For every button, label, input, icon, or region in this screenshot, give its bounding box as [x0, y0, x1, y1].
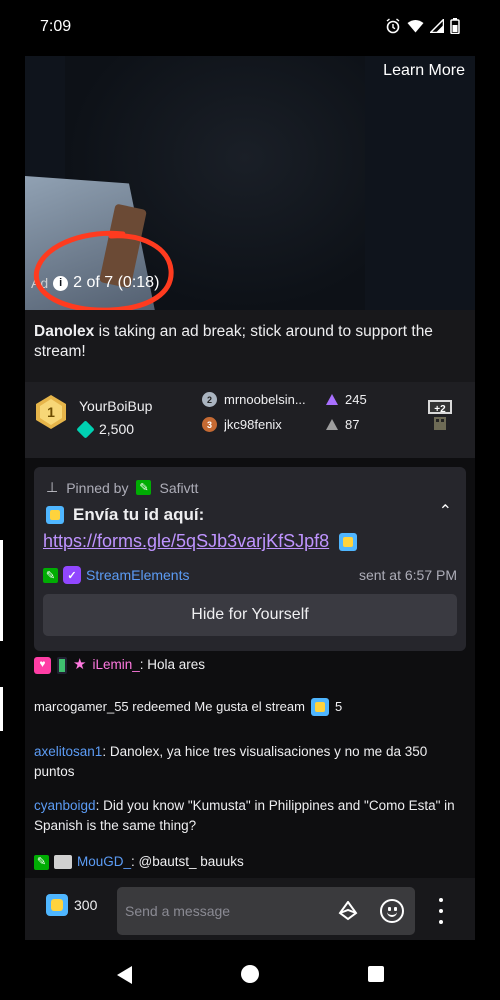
- redemption-text: marcogamer_55 redeemed Me gusta el strea…: [34, 699, 305, 714]
- hide-for-yourself-button[interactable]: Hide for Yourself: [43, 594, 457, 636]
- pinned-message: ⊥ Pinned by ✎ Safivtt Envía tu id aquí: …: [34, 467, 466, 651]
- chat-username[interactable]: MouGD_: [77, 854, 131, 869]
- leaderboard-row-second[interactable]: 2 mrnoobelsin... 245: [202, 392, 367, 407]
- leaderboard-row-third[interactable]: 3 jkc98fenix 87: [202, 417, 359, 432]
- bits-icon[interactable]: [338, 901, 358, 921]
- emote-icon: [46, 506, 64, 524]
- recents-icon[interactable]: [368, 966, 384, 982]
- chat-message[interactable]: ♥ ★ iLemin_: Hola ares: [34, 655, 464, 675]
- pinned-header: ⊥ Pinned by ✎ Safivtt: [46, 479, 198, 496]
- gem-icon: [76, 419, 95, 439]
- pinned-meta: ✎ StreamElements sent at 6:57 PM: [43, 566, 457, 584]
- pinned-by-user[interactable]: Safivtt: [159, 480, 198, 496]
- channel-points-value: 300: [74, 897, 98, 913]
- pinned-title-text: Envía tu id aquí:: [73, 505, 205, 524]
- phone-badge-icon: [57, 656, 67, 674]
- back-icon[interactable]: [117, 966, 132, 984]
- channel-points-icon: [46, 894, 68, 916]
- chat-message[interactable]: cyanboigd: Did you know "Kumusta" in Phi…: [34, 796, 464, 836]
- chat-redemption: marcogamer_55 redeemed Me gusta el strea…: [34, 697, 464, 717]
- leaderboard-second-name: mrnoobelsin...: [224, 392, 306, 407]
- chat-username[interactable]: axelitosan1: [34, 744, 102, 759]
- battery-icon: [450, 18, 460, 34]
- leaderboard-second-amount: 245: [345, 392, 367, 407]
- signal-icon: [430, 19, 444, 33]
- chevron-up-icon[interactable]: ⌃: [439, 501, 452, 521]
- more-options-icon[interactable]: [438, 898, 444, 924]
- leaderboard-first-amount: 2,500: [99, 421, 135, 437]
- rank-first-number: 1: [47, 404, 55, 420]
- leaderboard-third-amount: 87: [345, 417, 360, 432]
- emote-picker-icon[interactable]: [380, 899, 404, 923]
- chat-input-bar: 300: [25, 878, 475, 938]
- pinned-title: Envía tu id aquí:: [46, 505, 204, 525]
- redemption-cost: 5: [334, 699, 343, 714]
- chat-text: : Hola ares: [139, 657, 206, 672]
- message-input[interactable]: [117, 887, 415, 935]
- verified-bot-icon: [63, 566, 81, 584]
- pinned-link[interactable]: https://forms.gle/5qSJb3varjKfSJpf8: [43, 531, 329, 552]
- scroll-indicator: [0, 540, 3, 641]
- moderator-icon: ✎: [34, 854, 49, 870]
- chat-username[interactable]: cyanboigd: [34, 798, 96, 813]
- moderator-icon: ✎: [136, 480, 152, 495]
- pinned-author[interactable]: StreamElements: [86, 567, 189, 583]
- rank-third-badge: 3: [202, 417, 217, 432]
- status-bar: 7:09: [0, 0, 500, 56]
- chat-text: : Did you know "Kumusta" in Philippines …: [34, 798, 455, 833]
- moderator-icon: ✎: [43, 567, 58, 583]
- system-nav-bar: [0, 940, 500, 1000]
- emote-icon: [339, 532, 358, 551]
- bits-icon: [326, 419, 338, 430]
- bits-icon: [326, 394, 338, 405]
- leaderboard-first-value: 2,500: [76, 419, 135, 439]
- annotation-circle: [33, 230, 174, 310]
- status-time: 7:09: [40, 18, 72, 35]
- heart-badge-icon: ♥: [34, 656, 51, 674]
- money-badge-icon: [54, 855, 72, 869]
- rank-second-badge: 2: [202, 392, 217, 407]
- star-badge-icon: ★: [73, 656, 87, 673]
- ad-break-text: is taking an ad break; stick around to s…: [34, 323, 433, 360]
- pinned-prefix: Pinned by: [66, 479, 129, 496]
- rank-first-badge: 1: [36, 395, 66, 429]
- twitch-app: Learn More Ad i 2 of 7 (0:18) Danolex is…: [25, 56, 475, 1000]
- wifi-icon: [407, 20, 424, 33]
- learn-more-link[interactable]: Learn More: [383, 62, 465, 80]
- chat-message[interactable]: ✎ MouGD_: @bautst_ bauuks: [34, 852, 464, 872]
- leaderboard-first-name[interactable]: YourBoiBup: [79, 398, 152, 414]
- chat-message[interactable]: axelitosan1: Danolex, ya hice tres visua…: [34, 742, 464, 782]
- status-icons: [385, 18, 460, 34]
- pin-icon: ⊥: [46, 479, 59, 495]
- chat-panel[interactable]: ⊥ Pinned by ✎ Safivtt Envía tu id aquí: …: [25, 458, 475, 878]
- pinned-time: sent at 6:57 PM: [358, 567, 457, 583]
- highlight-indicator: [0, 687, 3, 731]
- streamer-name: Danolex: [34, 323, 95, 340]
- home-icon[interactable]: [241, 965, 259, 983]
- chat-username[interactable]: iLemin_: [92, 657, 139, 672]
- pinned-link-row: https://forms.gle/5qSJb3varjKfSJpf8: [43, 531, 358, 552]
- channel-points[interactable]: 300: [46, 894, 97, 916]
- leaderboard-third-name: jkc98fenix: [224, 417, 282, 432]
- emote-counter-icon[interactable]: +2: [427, 398, 453, 432]
- chat-text: : @bautst_ bauuks: [131, 854, 244, 869]
- emote-counter-text: +2: [434, 404, 446, 415]
- channel-points-icon: [310, 698, 329, 716]
- video-player[interactable]: Learn More Ad i 2 of 7 (0:18): [25, 56, 475, 310]
- alarm-icon: [386, 18, 400, 34]
- ad-break-message: Danolex is taking an ad break; stick aro…: [34, 322, 464, 362]
- leaderboard[interactable]: 1 YourBoiBup 2,500 2 mrnoobelsin... 245 …: [25, 382, 475, 458]
